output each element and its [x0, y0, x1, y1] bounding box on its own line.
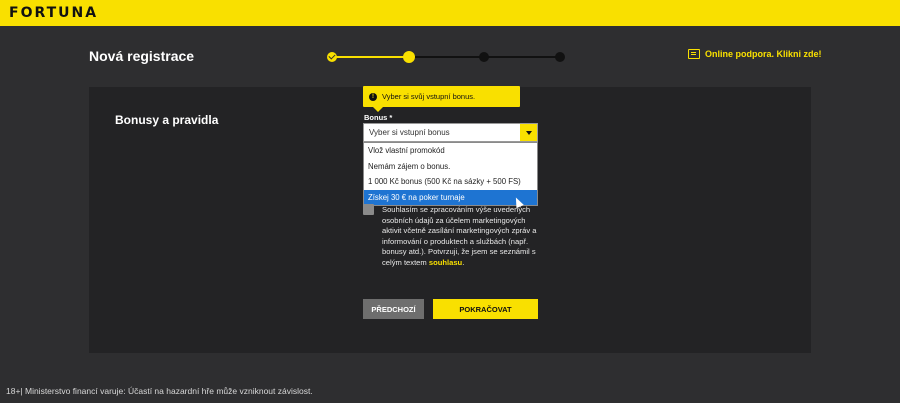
- step-3: [479, 52, 489, 62]
- support-label: Online podpora. Klikni zde!: [705, 49, 822, 59]
- marketing-consent-checkbox[interactable]: [363, 204, 374, 215]
- consent-link[interactable]: souhlasu: [429, 258, 462, 267]
- bonus-tooltip: ! Vyber si svůj vstupní bonus.: [363, 86, 520, 112]
- top-bar: FORTUNA: [0, 0, 900, 26]
- chevron-down-icon[interactable]: [520, 124, 537, 141]
- page-title: Nová registrace: [89, 48, 195, 64]
- tooltip-text: Vyber si svůj vstupní bonus.: [382, 92, 476, 101]
- online-support-link[interactable]: Online podpora. Klikni zde!: [688, 49, 822, 59]
- previous-button[interactable]: PŘEDCHOZÍ: [363, 299, 424, 319]
- continue-button[interactable]: POKRAČOVAT: [433, 299, 538, 319]
- section-title: Bonusy a pravidla: [115, 113, 219, 127]
- dropdown-option-1000-kc-bonus[interactable]: 1 000 Kč bonus (500 Kč na sázky + 500 FS…: [364, 174, 537, 190]
- step-2-current: [403, 51, 415, 63]
- dropdown-option-poker-30-eur[interactable]: Získej 30 € na poker turnaje: [364, 189, 537, 205]
- dropdown-option-promo-code[interactable]: Vlož vlastní promokód: [364, 143, 537, 159]
- bonus-select[interactable]: Vyber si vstupní bonus: [363, 123, 538, 142]
- step-4: [555, 52, 565, 62]
- bonus-dropdown-list: Vlož vlastní promokód Nemám zájem o bonu…: [363, 142, 538, 206]
- bonus-label: Bonus *: [364, 113, 393, 122]
- stepper-line-completed: [332, 56, 410, 58]
- marketing-consent-text: Souhlasím se zpracováním výše uvedených …: [382, 205, 542, 268]
- step-1-completed-check-icon: [327, 52, 337, 62]
- bonus-select-value: Vyber si vstupní bonus: [369, 128, 450, 137]
- info-icon: !: [369, 92, 377, 101]
- fortuna-logo[interactable]: FORTUNA: [9, 5, 98, 21]
- chat-icon: [688, 49, 700, 59]
- consent-suffix: .: [462, 257, 465, 267]
- gambling-warning-footer: 18+| Ministerstvo financí varuje: Účastí…: [6, 386, 313, 396]
- dropdown-option-no-bonus[interactable]: Nemám zájem o bonus.: [364, 159, 537, 175]
- registration-stepper: [326, 50, 566, 64]
